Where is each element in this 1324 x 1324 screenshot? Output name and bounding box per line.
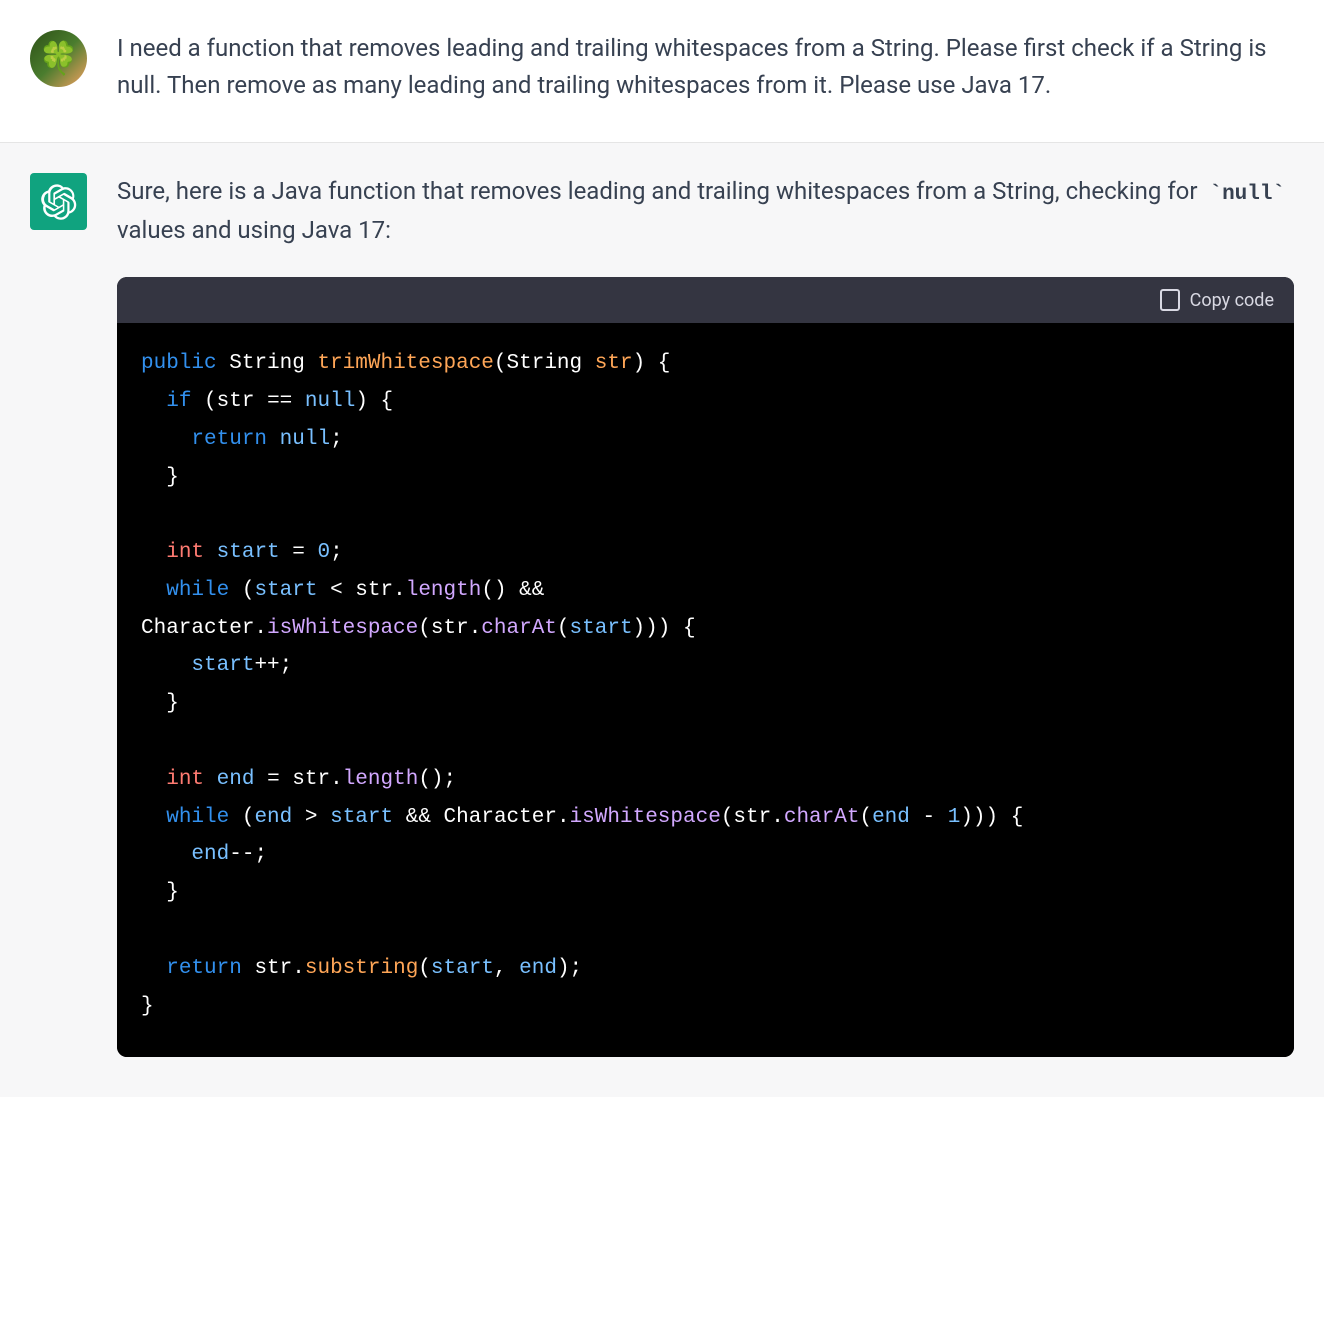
assistant-message: Sure, here is a Java function that remov… xyxy=(0,143,1324,1097)
assistant-avatar xyxy=(30,173,87,230)
clipboard-icon xyxy=(1160,289,1180,311)
copy-label: Copy code xyxy=(1190,290,1274,311)
assistant-message-content: Sure, here is a Java function that remov… xyxy=(117,173,1294,1057)
user-avatar: 🍀 xyxy=(30,30,87,87)
user-message-content: I need a function that removes leading a… xyxy=(117,30,1294,112)
intro-suffix: values and using Java 17: xyxy=(117,216,391,244)
code-body: public String trimWhitespace(String str)… xyxy=(117,323,1294,1057)
intro-prefix: Sure, here is a Java function that remov… xyxy=(117,177,1203,205)
user-avatar-icon: 🍀 xyxy=(30,30,87,87)
assistant-intro-text: Sure, here is a Java function that remov… xyxy=(117,173,1294,249)
openai-logo-icon xyxy=(41,184,77,220)
code-content: public String trimWhitespace(String str)… xyxy=(141,345,1270,1025)
code-header: Copy code xyxy=(117,277,1294,323)
user-text: I need a function that removes leading a… xyxy=(117,30,1294,104)
user-message: 🍀 I need a function that removes leading… xyxy=(0,0,1324,143)
copy-code-button[interactable]: Copy code xyxy=(1160,289,1274,311)
code-block: Copy code public String trimWhitespace(S… xyxy=(117,277,1294,1057)
inline-code-null: `null` xyxy=(1203,181,1291,208)
